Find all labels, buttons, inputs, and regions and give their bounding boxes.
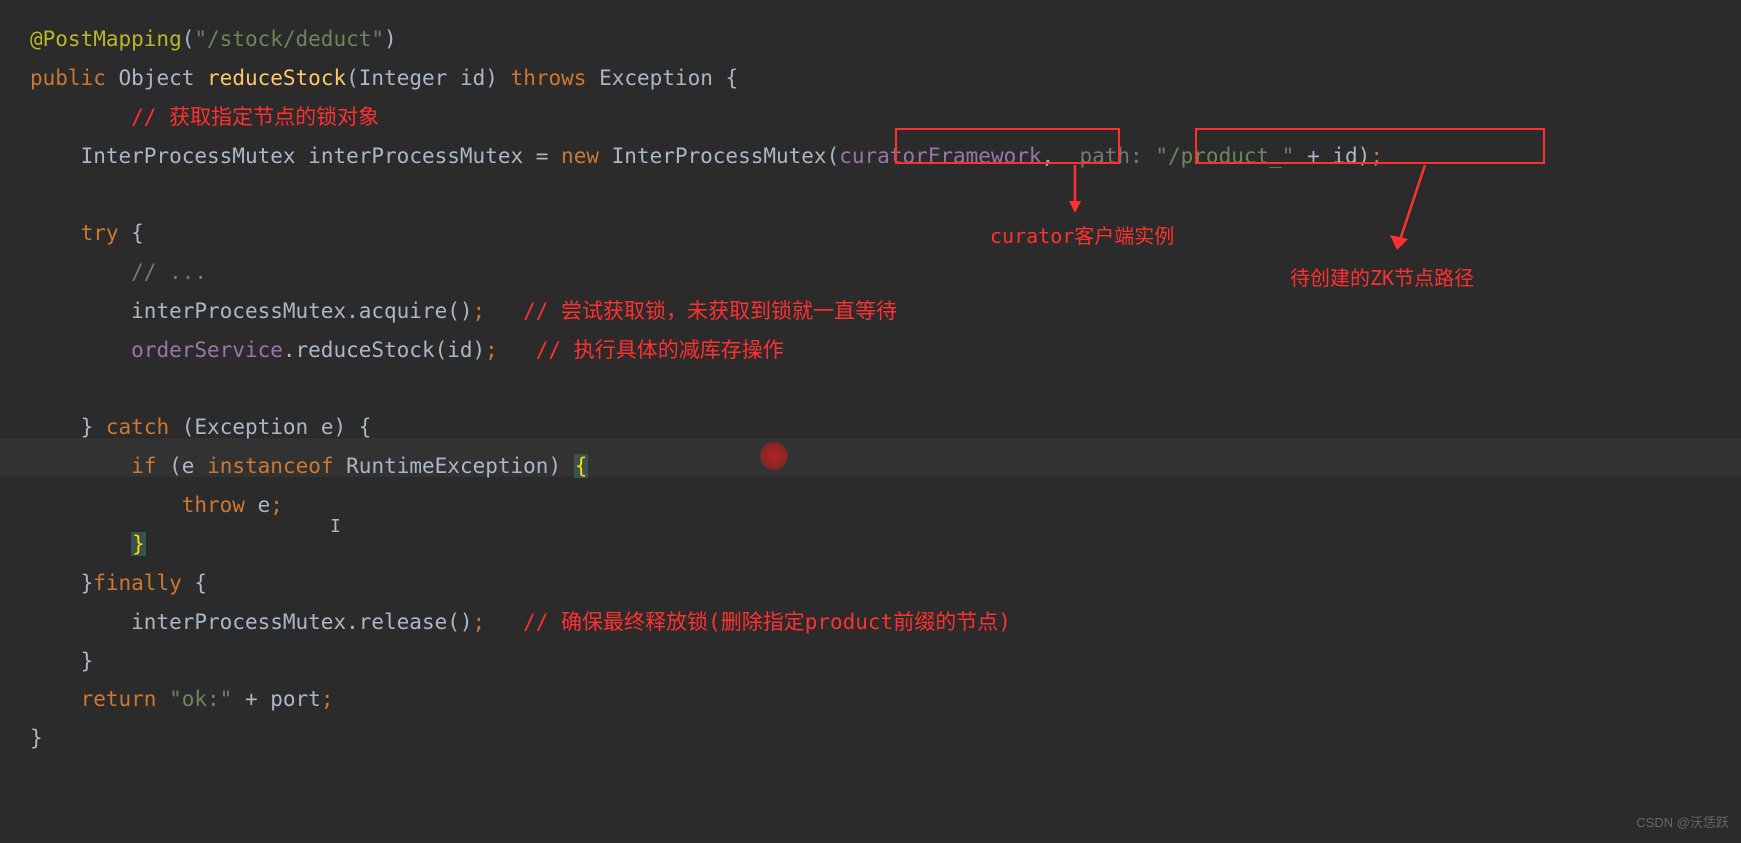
line-acquire: interProcessMutex.acquire(); // 尝试获取锁，未获… [30, 292, 1711, 331]
line-signature: public Object reduceStock(Integer id) th… [30, 59, 1711, 98]
code-editor[interactable]: @PostMapping("/stock/deduct") public Obj… [30, 20, 1711, 758]
annotation-label-path: 待创建的ZK节点路径 [1290, 260, 1474, 297]
line-return: return "ok:" + port; [30, 680, 1711, 719]
line-close-method: } [30, 719, 1711, 758]
line-blank1 [30, 175, 1711, 214]
line-catch: } catch (Exception e) { [30, 408, 1711, 447]
line-release: interProcessMutex.release(); // 确保最终释放锁(… [30, 603, 1711, 642]
line-throw: throw e; [30, 486, 1711, 525]
line-mutex-decl: InterProcessMutex interProcessMutex = ne… [30, 137, 1711, 176]
line-finally: }finally { [30, 564, 1711, 603]
line-annotation: @PostMapping("/stock/deduct") [30, 20, 1711, 59]
line-try: try { [30, 214, 1711, 253]
line-close-finally: } [30, 642, 1711, 681]
watermark: CSDN @沃恁跃 [1636, 811, 1729, 835]
line-close-if: } [30, 525, 1711, 564]
line-comment1: // 获取指定节点的锁对象 [30, 98, 1711, 137]
annotation-label-curator: curator客户端实例 [990, 218, 1174, 255]
line-blank2 [30, 370, 1711, 409]
line-if: if (e instanceof RuntimeException) { [30, 447, 1711, 486]
line-reduce: orderService.reduceStock(id); // 执行具体的减库… [30, 331, 1711, 370]
text-cursor-icon: I [330, 510, 341, 543]
cursor-indicator-icon [760, 442, 788, 470]
